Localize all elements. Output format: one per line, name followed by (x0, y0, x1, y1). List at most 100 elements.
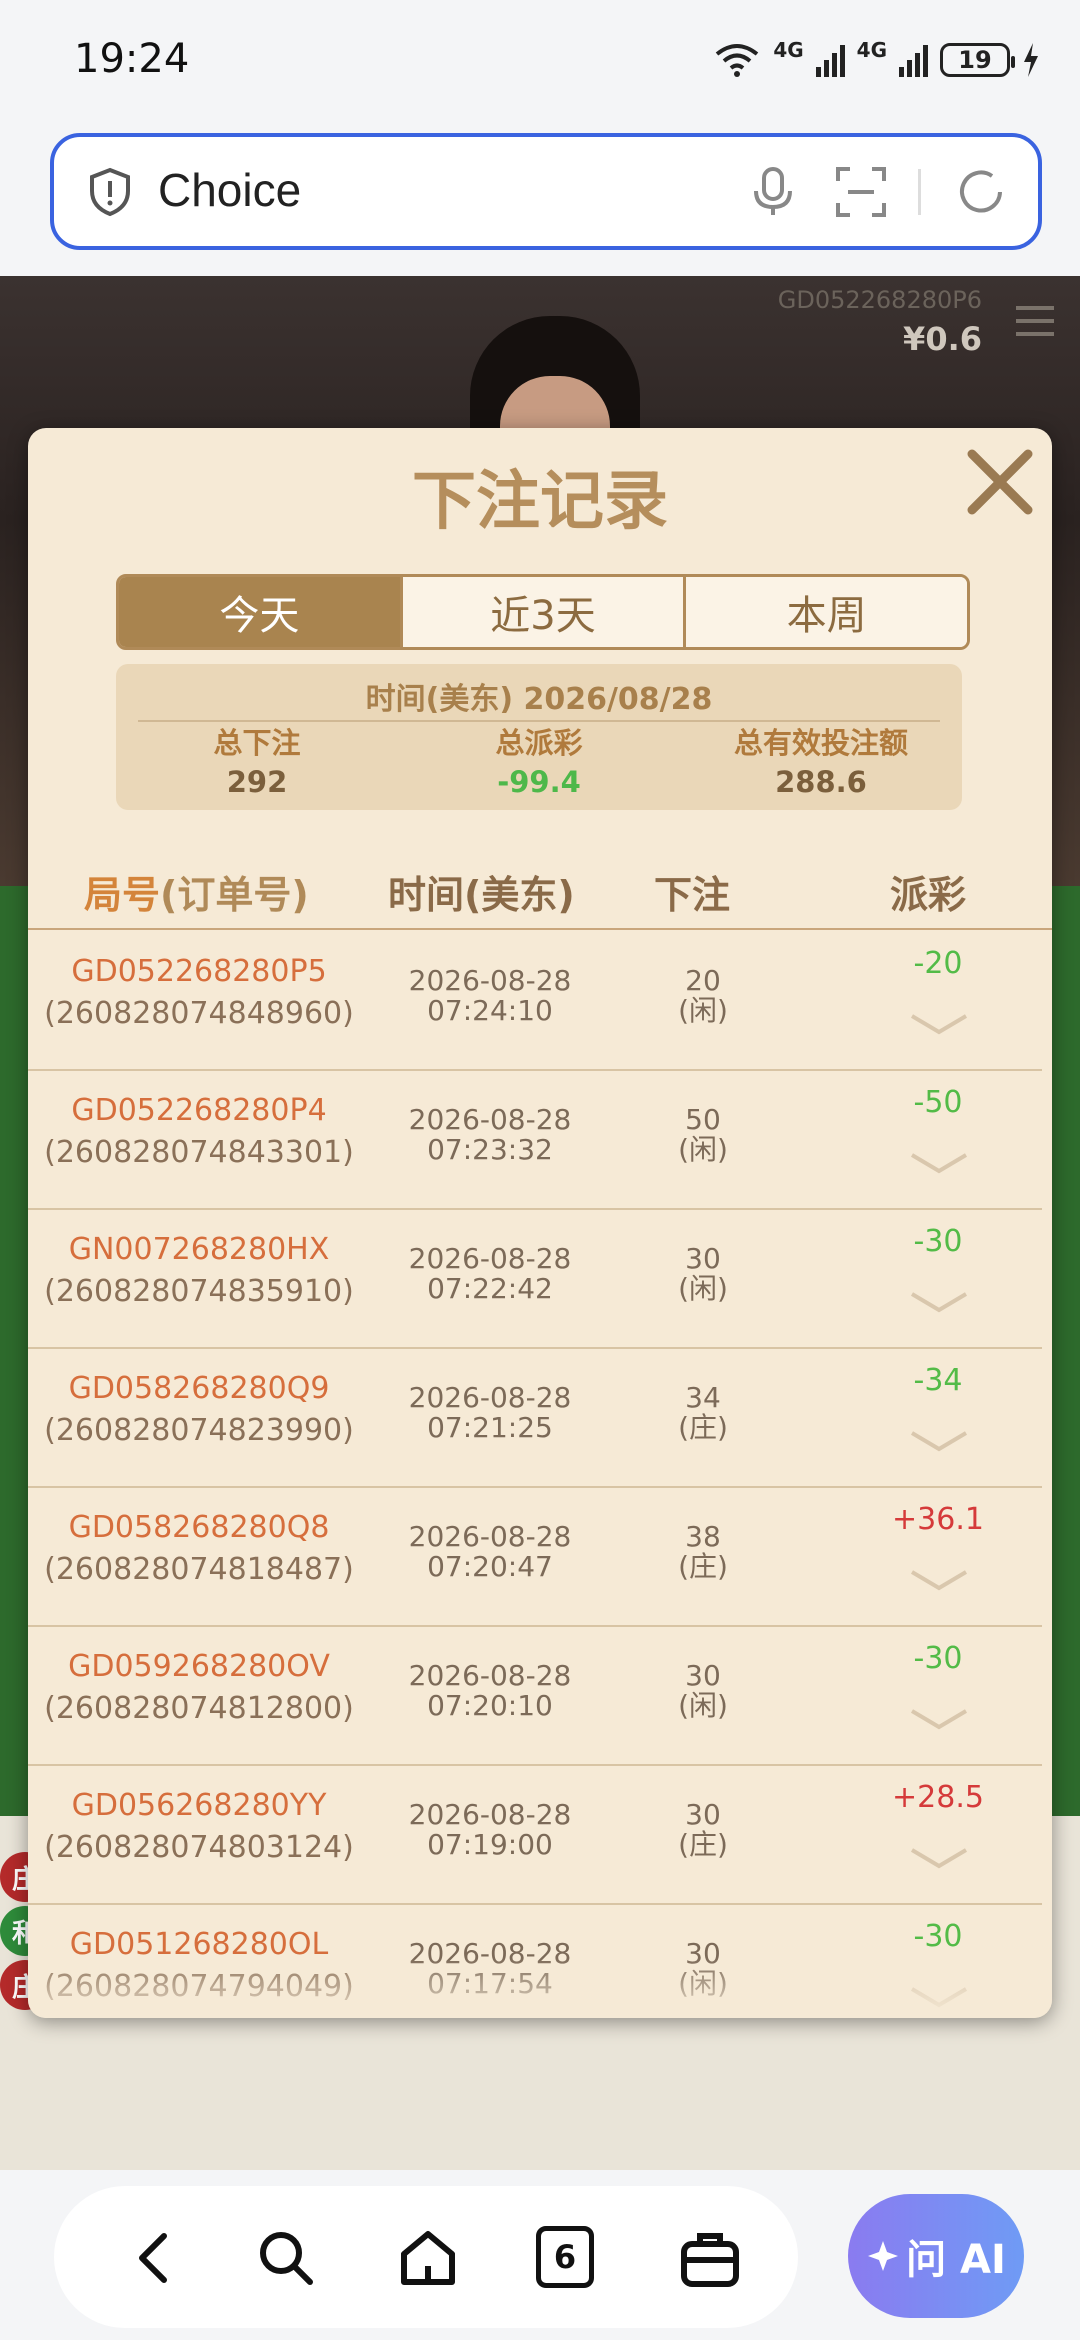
record-datetime: 2026-08-28 07:20:10 (370, 1661, 610, 1721)
record-date: 2026-08-28 (408, 1659, 572, 1692)
bet-side: (闲) (678, 1689, 728, 1722)
record-bet: 34 (庄) (648, 1383, 758, 1443)
summary-panel: 时间(美东) 2026/08/28 总下注 292 总派彩 -99.4 总有效投… (116, 664, 962, 810)
charging-icon (1024, 43, 1038, 77)
record-datetime: 2026-08-28 07:22:42 (370, 1244, 610, 1304)
header-time: 时间(美东) (388, 873, 575, 917)
payout-value: -30 (913, 1919, 963, 1954)
record-bet: 50 (闲) (648, 1105, 758, 1165)
bet-side: (庄) (678, 1550, 728, 1583)
chevron-down-icon[interactable] (910, 1846, 968, 1870)
home-icon[interactable] (396, 2226, 460, 2290)
mic-icon[interactable] (746, 165, 800, 219)
table-row[interactable]: GD059268280OV (260828074812800) 2026-08-28… (28, 1627, 1042, 1766)
record-date: 2026-08-28 (408, 1242, 572, 1275)
date-range-tabs: 今天 近3天 本周 (116, 574, 970, 650)
bet-side: (庄) (678, 1411, 728, 1444)
summary-total-bet: 总下注 292 (116, 722, 398, 800)
round-id[interactable]: GD058268280Q9 (28, 1371, 370, 1406)
bet-amount: 38 (685, 1520, 721, 1553)
round-id[interactable]: GD056268280YY (28, 1788, 370, 1823)
back-icon[interactable] (124, 2226, 188, 2290)
chevron-down-icon[interactable] (910, 1429, 968, 1453)
address-separator (918, 169, 921, 215)
chevron-down-icon[interactable] (910, 1568, 968, 1592)
record-date: 2026-08-28 (408, 1381, 572, 1414)
tabs-count: 6 (553, 2238, 577, 2276)
shield-icon[interactable] (88, 167, 132, 217)
bet-amount: 34 (685, 1381, 721, 1414)
record-date: 2026-08-28 (408, 1103, 572, 1136)
menu-icon[interactable] (1016, 306, 1054, 336)
bet-side: (闲) (678, 1272, 728, 1305)
round-id[interactable]: GD052268280P4 (28, 1093, 370, 1128)
chevron-down-icon[interactable] (910, 1707, 968, 1731)
payout-value: -50 (913, 1085, 963, 1120)
bet-side: (闲) (678, 994, 728, 1027)
table-row[interactable]: GD052268280P5 (260828074848960) 2026-08-28… (28, 932, 1042, 1071)
tabs-icon[interactable]: 6 (536, 2226, 594, 2288)
record-date: 2026-08-28 (408, 1798, 572, 1831)
signal-icon (815, 43, 845, 77)
tab-last-3-days[interactable]: 近3天 (399, 577, 684, 647)
chevron-down-icon[interactable] (910, 1151, 968, 1175)
chevron-down-icon[interactable] (910, 1290, 968, 1314)
network-label-2: 4G (856, 38, 887, 62)
round-id[interactable]: GN007268280HX (28, 1232, 370, 1267)
bet-record-list: GD052268280P5 (260828074848960) 2026-08-28… (28, 932, 1052, 2018)
record-time: 07:21:25 (427, 1411, 553, 1444)
record-time: 07:24:10 (427, 994, 553, 1027)
record-bet: 30(闲) (648, 1661, 758, 1721)
status-bar: 19:24 4G 4G 19 (0, 0, 1080, 125)
battery-level: 19 (958, 46, 992, 74)
record-date: 2026-08-28 (408, 964, 572, 997)
record-time: 07:22:42 (427, 1272, 553, 1305)
bet-amount: 50 (685, 1103, 721, 1136)
search-icon[interactable] (254, 2226, 318, 2290)
modal-title: 下注记录 (412, 465, 668, 539)
header-order-main: 局号 (84, 873, 161, 917)
wifi-icon (716, 44, 759, 77)
record-bet: 20 (闲) (648, 966, 758, 1026)
status-time: 19:24 (74, 36, 190, 82)
record-date: 2026-08-28 (408, 1520, 572, 1553)
round-id[interactable]: GD058268280Q8 (28, 1510, 370, 1545)
sparkle-icon (868, 2241, 899, 2271)
round-id[interactable]: GD052268280P5 (28, 954, 370, 989)
table-row[interactable]: GD058268280Q9 (260828074823990) 2026-08-28… (28, 1349, 1042, 1488)
signal-icon (899, 43, 928, 77)
close-icon[interactable] (962, 444, 1038, 520)
payout-value: -30 (913, 1641, 963, 1676)
record-bet: 30(闲) (648, 1244, 758, 1304)
order-number: (260828074843301) (44, 1135, 354, 1170)
bet-side: (闲) (678, 1133, 728, 1166)
record-time: 07:23:32 (427, 1133, 553, 1166)
network-label-1: 4G (773, 38, 804, 62)
toolbox-icon[interactable] (678, 2226, 742, 2290)
order-number: (260828074823990) (44, 1413, 354, 1448)
summary-total-payout: 总派彩 -99.4 (398, 722, 680, 800)
header-order: 局号(订单号) (84, 864, 309, 919)
record-datetime: 2026-08-28 07:24:10 (370, 966, 610, 1026)
address-bar[interactable]: Choice (50, 133, 1042, 250)
table-row[interactable]: GN007268280HX (260828074835910) 2026-08-28… (28, 1210, 1042, 1349)
record-datetime: 2026-08-28 07:20:47 (370, 1522, 610, 1582)
bet-amount: 20 (685, 964, 721, 997)
round-id[interactable]: GD051268280OL (28, 1927, 370, 1962)
address-text[interactable]: Choice (158, 163, 301, 217)
browser-nav-pill: 6 (54, 2186, 798, 2328)
round-id[interactable]: GD059268280OV (28, 1649, 370, 1684)
table-row[interactable]: GD056268280YY (260828074803124) 2026-08-28… (28, 1766, 1042, 1905)
ask-ai-button[interactable]: 问 AI (848, 2194, 1024, 2318)
tab-this-week[interactable]: 本周 (683, 577, 967, 647)
tab-today[interactable]: 今天 (119, 577, 400, 647)
record-datetime: 2026-08-28 07:19:00 (370, 1800, 610, 1860)
room-balance: ¥0.6 (903, 320, 982, 358)
scan-icon[interactable] (834, 165, 888, 219)
order-number: (260828074803124) (44, 1830, 354, 1865)
chevron-down-icon[interactable] (910, 1012, 968, 1036)
table-row[interactable]: GD052268280P4 (260828074843301) 2026-08-28… (28, 1071, 1042, 1210)
order-number: (260828074818487) (44, 1552, 354, 1587)
refresh-icon[interactable] (954, 165, 1008, 219)
table-row[interactable]: GD058268280Q8 (260828074818487) 2026-08-28… (28, 1488, 1042, 1627)
